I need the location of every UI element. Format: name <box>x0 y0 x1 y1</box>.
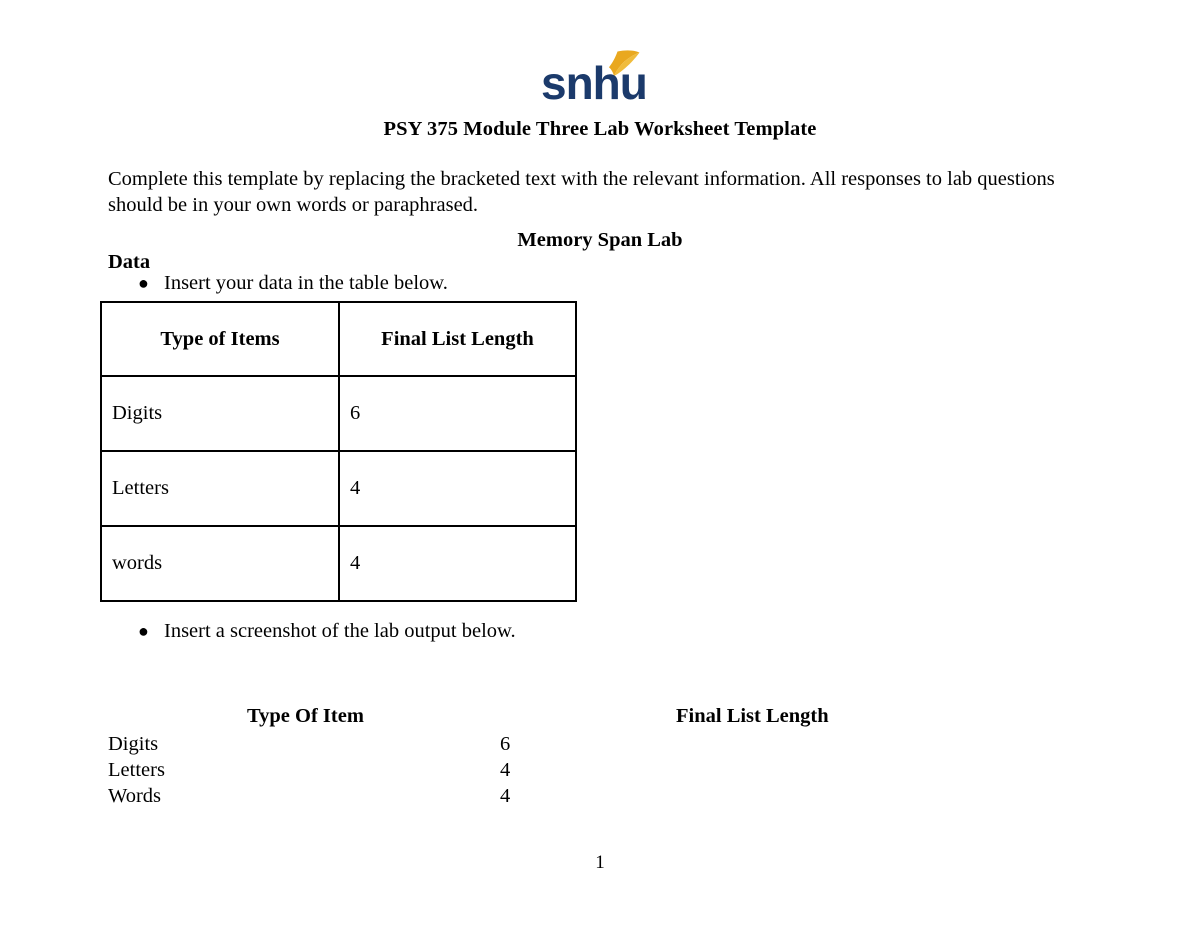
lab-output-row: Letters 4 <box>108 757 838 783</box>
cell-length: 6 <box>338 375 577 452</box>
lab-output-value: 6 <box>500 733 511 755</box>
table-row: Letters 4 <box>100 450 577 527</box>
lab-heading: Memory Span Lab <box>517 229 683 251</box>
lab-output-value: 4 <box>500 759 511 781</box>
table-row: words 4 <box>100 525 577 602</box>
table-row: Digits 6 <box>100 375 577 452</box>
snhu-logo-icon: snhu <box>541 48 659 104</box>
lab-output-column-header-length: Final List Length <box>676 705 829 727</box>
page-number: 1 <box>595 852 605 873</box>
cell-type: words <box>100 525 340 602</box>
bullet-item-insert-screenshot: ● Insert a screenshot of the lab output b… <box>138 619 516 643</box>
memory-span-data-table: Type of Items Final List Length Digits 6… <box>100 301 577 602</box>
bullet-dot-icon: ● <box>138 273 149 293</box>
cell-length: 4 <box>338 450 577 527</box>
column-header-final-list-length: Final List Length <box>338 301 577 377</box>
lab-output-row: Digits 6 <box>108 731 838 757</box>
lab-output-header-row: Type Of Item Final List Length <box>108 705 838 731</box>
document-page: snhu PSY 375 Module Three Lab Worksheet … <box>0 0 1200 927</box>
column-header-type-of-items: Type of Items <box>100 301 340 377</box>
cell-type: Letters <box>100 450 340 527</box>
bullet-text: Insert your data in the table below. <box>164 272 448 294</box>
lab-output-label: Letters <box>108 759 165 781</box>
lab-output-value: 4 <box>500 785 511 807</box>
svg-text:snhu: snhu <box>541 57 647 104</box>
lab-output-row: Words 4 <box>108 783 838 809</box>
bullet-item-insert-data: ● Insert your data in the table below. <box>138 271 448 295</box>
bullet-text: Insert a screenshot of the lab output be… <box>164 620 516 642</box>
lab-output-block: Type Of Item Final List Length Digits 6 … <box>108 705 838 809</box>
lab-output-label: Words <box>108 785 162 807</box>
table-header-row: Type of Items Final List Length <box>100 301 577 377</box>
lab-output-column-header-type: Type Of Item <box>247 705 364 727</box>
page-title: PSY 375 Module Three Lab Worksheet Templ… <box>383 118 817 140</box>
cell-type: Digits <box>100 375 340 452</box>
logo-container: snhu <box>0 48 1200 109</box>
lab-output-label: Digits <box>108 733 159 755</box>
cell-length: 4 <box>338 525 577 602</box>
intro-paragraph: Complete this template by replacing the … <box>108 168 1055 216</box>
bullet-dot-icon: ● <box>138 621 149 641</box>
